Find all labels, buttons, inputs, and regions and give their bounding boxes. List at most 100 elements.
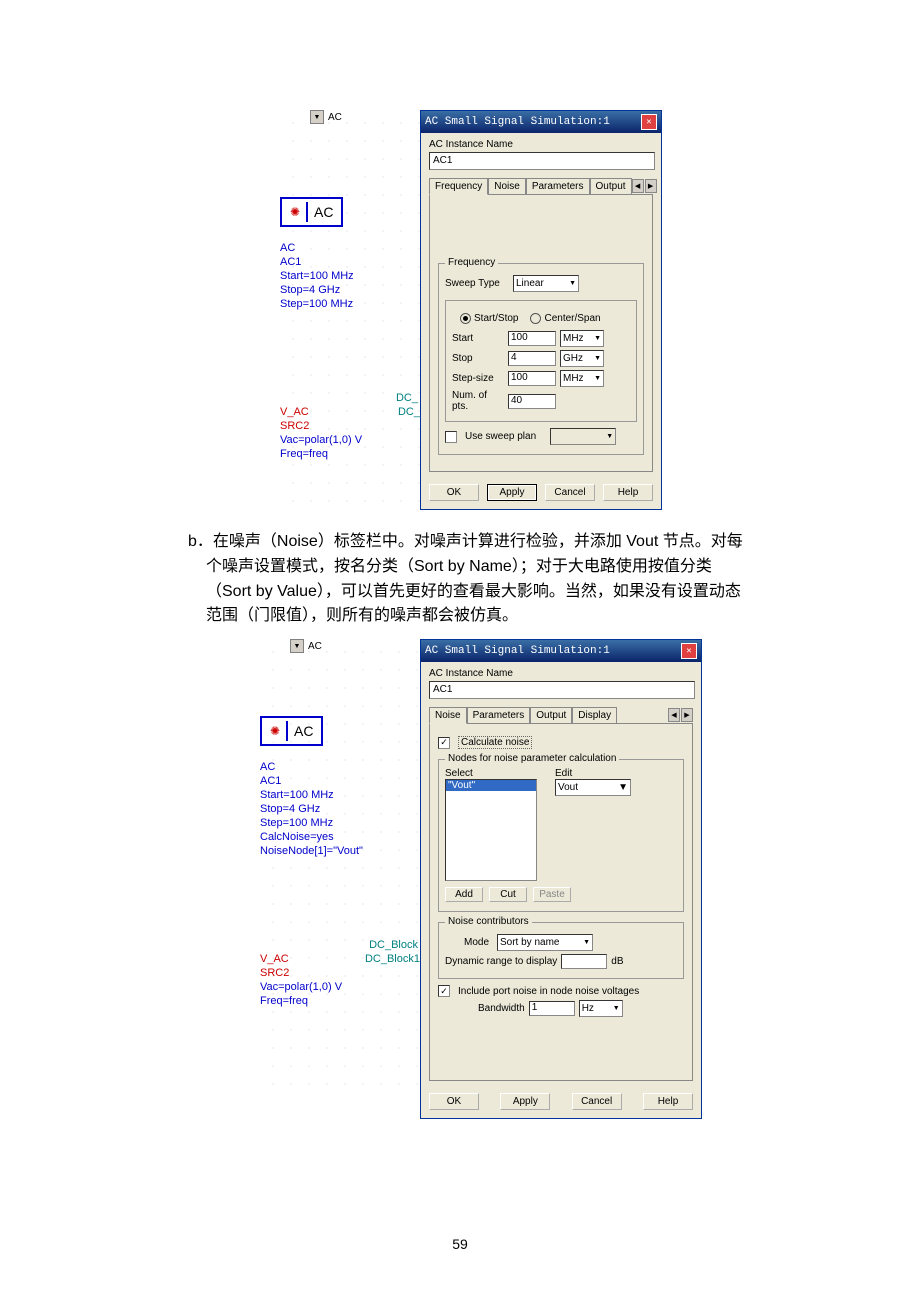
ac-simulation-block[interactable]: ✺ AC [280,197,343,227]
start-unit-select[interactable]: MHz▼ [560,330,604,347]
group-title: Frequency [445,257,498,268]
dc-block-label: DC_ [280,391,420,405]
freq-eq: Freq=freq [260,994,420,1008]
sch-text: Start=100 MHz [280,269,420,283]
sch-text: Start=100 MHz [260,788,420,802]
tab-scroll-right-icon[interactable]: ▶ [681,708,693,722]
step-unit-select[interactable]: MHz▼ [560,370,604,387]
select-label: Select [445,768,537,779]
sch-text: AC1 [260,774,420,788]
tab-scroll-left-icon[interactable]: ◀ [632,179,644,193]
mode-label: Mode [445,937,489,948]
add-button[interactable]: Add [445,887,483,902]
page-number: 59 [0,1236,920,1252]
vac-eq: Vac=polar(1,0) V [260,980,420,994]
sweep-type-select[interactable]: Linear▼ [513,275,579,292]
list-item[interactable]: "Vout" [446,780,536,791]
apply-button[interactable]: Apply [487,484,537,501]
nodes-listbox[interactable]: "Vout" [445,779,537,881]
vac-eq: Vac=polar(1,0) V [280,433,420,447]
radio-center-span[interactable]: Center/Span [530,313,600,324]
stop-input[interactable]: 4 [508,351,556,366]
bandwidth-unit-select[interactable]: Hz▼ [579,1000,623,1017]
numpts-input[interactable]: 40 [508,394,556,409]
include-port-noise-label: Include port noise in node noise voltage… [458,986,639,997]
group-title: Noise contributors [445,916,532,927]
radio-start-stop[interactable]: Start/Stop [460,313,518,324]
tab-scroll-right-icon[interactable]: ▶ [645,179,657,193]
step-label: Step-size [452,373,504,384]
dialog-titlebar: AC Small Signal Simulation:1 ✕ [421,640,701,662]
freq-eq: Freq=freq [280,447,420,461]
src-label: SRC2 [280,419,420,433]
ok-button[interactable]: OK [429,1093,479,1110]
ac-top-label: AC [328,112,342,123]
sch-text: AC1 [280,255,420,269]
ac-top-label: AC [308,641,322,652]
help-button[interactable]: Help [603,484,653,501]
paragraph-b: b．在噪声（Noise）标签栏中。对噪声计算进行检验，并添加 Vout 节点。对… [170,530,750,629]
tab-parameters[interactable]: Parameters [467,707,531,723]
edit-node-select[interactable]: Vout▼ [555,779,631,796]
sch-text: CalcNoise=yes [260,830,420,844]
chevron-down-icon: ▼ [618,782,628,793]
tab-noise[interactable]: Noise [429,707,467,724]
close-icon[interactable]: ✕ [641,114,657,130]
frequency-group: Frequency Sweep Type Linear▼ Start/Stop [438,263,644,455]
mode-select[interactable]: Sort by name▼ [497,934,593,951]
dc-block-label: DC_ [398,405,420,419]
apply-button[interactable]: Apply [500,1093,550,1110]
tab-output[interactable]: Output [530,707,572,723]
cancel-button[interactable]: Cancel [545,484,595,501]
list-prefix: b． [188,533,213,550]
sweep-plan-select[interactable]: ▼ [550,428,616,445]
dc-block-label: DC_Block [260,938,420,952]
tab-scroll-left-icon[interactable]: ◀ [668,708,680,722]
sch-text: AC [280,241,420,255]
sch-text: AC [260,760,420,774]
ok-button[interactable]: OK [429,484,479,501]
instance-name-input[interactable]: AC1 [429,681,695,699]
step-input[interactable]: 100 [508,371,556,386]
include-port-noise-checkbox[interactable] [438,985,450,997]
group-title: Nodes for noise parameter calculation [445,753,619,764]
sch-text: Stop=4 GHz [280,283,420,297]
bandwidth-input[interactable]: 1 [529,1001,575,1016]
sch-text: Stop=4 GHz [260,802,420,816]
dc-block-label: DC_Block1 [365,952,420,966]
sim-gear-icon: ✺ [264,720,286,742]
figure-2: ▼ AC ✺ AC AC AC1 Start=100 MHz Stop=4 GH… [260,639,700,1119]
src-label: SRC2 [260,966,420,980]
sch-text: NoiseNode[1]="Vout" [260,844,420,858]
edit-label: Edit [555,768,631,779]
dialog-titlebar: AC Small Signal Simulation:1 ✕ [421,111,661,133]
use-sweep-plan-label: Use sweep plan [465,431,536,442]
cancel-button[interactable]: Cancel [572,1093,622,1110]
start-label: Start [452,333,504,344]
stop-unit-select[interactable]: GHz▼ [560,350,604,367]
cut-button[interactable]: Cut [489,887,527,902]
dropdown-icon[interactable]: ▼ [310,110,324,124]
dialog-title: AC Small Signal Simulation:1 [425,116,610,128]
tab-frequency[interactable]: Frequency [429,178,488,195]
stop-label: Stop [452,353,504,364]
tab-noise[interactable]: Noise [488,178,526,194]
dropdown-icon[interactable]: ▼ [290,639,304,653]
dynamic-range-input[interactable] [561,954,607,969]
ac-simulation-block[interactable]: ✺ AC [260,716,323,746]
ac-sim-dialog-2: AC Small Signal Simulation:1 ✕ AC Instan… [420,639,702,1119]
paste-button[interactable]: Paste [533,887,571,902]
nodes-group: Nodes for noise parameter calculation Se… [438,759,684,912]
tab-display[interactable]: Display [572,707,617,723]
paragraph-text: 在噪声（Noise）标签栏中。对噪声计算进行检验，并添加 Vout 节点。对每个… [206,533,743,624]
close-icon[interactable]: ✕ [681,643,697,659]
schematic-1: ▼ AC ✺ AC AC AC1 Start=100 MHz Stop=4 GH… [280,110,420,510]
start-input[interactable]: 100 [508,331,556,346]
instance-name-input[interactable]: AC1 [429,152,655,170]
calculate-noise-checkbox[interactable] [438,737,450,749]
tab-output[interactable]: Output [590,178,632,194]
help-button[interactable]: Help [643,1093,693,1110]
ac-sim-dialog-1: AC Small Signal Simulation:1 ✕ AC Instan… [420,110,662,510]
tab-parameters[interactable]: Parameters [526,178,590,194]
use-sweep-plan-checkbox[interactable] [445,431,457,443]
